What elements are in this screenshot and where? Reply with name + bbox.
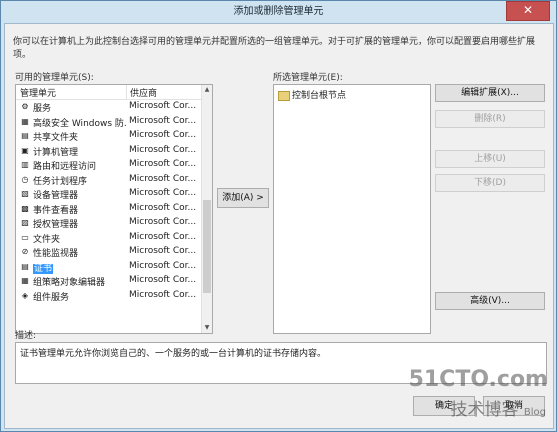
list-scrollbar[interactable]: ▲ ▼ [201, 85, 212, 333]
intro-text: 你可以在计算机上为此控制台选择可用的管理单元并配置所选的一组管理单元。对于可扩展… [13, 37, 536, 60]
add-button[interactable]: 添加(A) > [217, 188, 269, 208]
move-down-button[interactable]: 下移(D) [435, 174, 545, 192]
snapin-vendor: Microsoft Cor... [129, 115, 197, 126]
selected-snapins-tree[interactable]: 控制台根节点 [273, 84, 431, 334]
snapin-name: 计算机管理 [33, 147, 79, 158]
available-snapins-label: 可用的管理单元(S): [15, 73, 94, 83]
snapin-name: 任务计划程序 [33, 176, 88, 187]
snapin-name: 共享文件夹 [33, 133, 79, 143]
list-item[interactable]: ▧ 设备管理器 Microsoft Cor... [16, 187, 212, 202]
snapin-vendor: Microsoft Cor... [129, 202, 197, 213]
snapin-vendor: Microsoft Cor... [129, 275, 197, 285]
snapin-name: 事件查看器 [33, 205, 79, 216]
folder-icon [278, 90, 290, 101]
folder-icon: ▭ [21, 232, 29, 242]
watermark-blog-text: 技术博客 [450, 400, 519, 420]
clock-icon: ◷ [21, 174, 29, 184]
snapin-rows: ⚙ 服务 Microsoft Cor... ▦ 高级安全 Windows 防... Mic… [16, 100, 212, 303]
snapin-name: 服务 [33, 104, 52, 114]
list-item[interactable]: ▭ 文件夹 Microsoft Cor... [16, 231, 212, 246]
description-text: 证书管理单元允许你浏览自己的、一个服务的或一台计算机的证书存储内容。 [20, 349, 327, 359]
available-snapins-list[interactable]: 管理单元 供应商 ⚙ 服务 Microsoft Cor... ▦ 高级安全 Window… [15, 84, 213, 334]
list-item[interactable]: ◷ 任务计划程序 Microsoft Cor... [16, 173, 212, 188]
snapin-vendor: Microsoft Cor... [129, 246, 197, 256]
watermark-site: 51CTO.com [408, 367, 548, 392]
close-button[interactable]: ✕ [506, 1, 550, 21]
snapin-name: 证书 [33, 263, 54, 274]
list-header: 管理单元 供应商 [16, 85, 212, 100]
snapin-name: 组策略对象编辑器 [33, 278, 106, 288]
snapin-name: 组件服务 [33, 292, 70, 303]
scroll-down-icon[interactable]: ▼ [202, 323, 212, 333]
list-item[interactable]: ▨ 授权管理器 Microsoft Cor... [16, 216, 212, 231]
snapin-name: 文件夹 [33, 234, 61, 245]
snapin-name: 高级安全 Windows 防... [33, 118, 126, 129]
snapin-name: 性能监视器 [33, 249, 79, 259]
device-icon: ▧ [21, 189, 29, 198]
routing-icon: ▥ [21, 160, 29, 169]
component-services-icon: ◈ [21, 290, 29, 300]
tree-node-console-root[interactable]: 控制台根节点 [278, 88, 346, 101]
watermark-blog-suffix: Blog [523, 407, 546, 418]
list-item[interactable]: ◈ 组件服务 Microsoft Cor... [16, 289, 212, 304]
computer-management-icon: ▣ [21, 145, 29, 155]
list-item[interactable]: ▤ 共享文件夹 Microsoft Cor... [16, 129, 212, 144]
event-viewer-icon: ▩ [21, 203, 29, 213]
list-item[interactable]: ⊘ 性能监视器 Microsoft Cor... [16, 245, 212, 260]
list-item[interactable]: ⚙ 服务 Microsoft Cor... [16, 100, 212, 115]
scroll-thumb[interactable] [203, 200, 211, 293]
snapin-name: 授权管理器 [33, 220, 79, 230]
gear-icon: ⚙ [21, 102, 29, 111]
scroll-up-icon[interactable]: ▲ [202, 85, 212, 95]
dialog-window: 添加或删除管理单元 ✕ 你可以在计算机上为此控制台选择可用的管理单元并配置所选的… [0, 0, 557, 432]
list-item[interactable]: ▤ 证书 Microsoft Cor... [16, 260, 212, 275]
selected-snapins-label: 所选管理单元(E): [273, 73, 343, 83]
window-title: 添加或删除管理单元 [233, 6, 324, 17]
snapin-vendor: Microsoft Cor... [129, 289, 197, 300]
snapin-vendor: Microsoft Cor... [129, 231, 197, 242]
list-item[interactable]: ▩ 事件查看器 Microsoft Cor... [16, 202, 212, 217]
list-item[interactable]: ▦ 组策略对象编辑器 Microsoft Cor... [16, 274, 212, 289]
certificate-icon: ▤ [21, 261, 29, 271]
snapin-vendor: Microsoft Cor... [129, 217, 197, 227]
column-header-name[interactable]: 管理单元 [20, 86, 56, 99]
list-item[interactable]: ▣ 计算机管理 Microsoft Cor... [16, 144, 212, 159]
watermark-blog: 技术博客 Blog [450, 395, 546, 420]
move-up-button[interactable]: 上移(U) [435, 150, 545, 168]
title-bar: 添加或删除管理单元 [1, 1, 556, 23]
authorization-icon: ▨ [21, 218, 29, 227]
firewall-icon: ▦ [21, 116, 29, 126]
snapin-name: 设备管理器 [33, 191, 79, 201]
snapin-vendor: Microsoft Cor... [129, 130, 197, 140]
column-divider[interactable] [126, 85, 127, 99]
list-item[interactable]: ▦ 高级安全 Windows 防... Microsoft Cor... [16, 115, 212, 130]
snapin-vendor: Microsoft Cor... [129, 144, 197, 155]
snapin-vendor: Microsoft Cor... [129, 188, 197, 198]
tree-node-label: 控制台根节点 [292, 91, 347, 101]
snapin-vendor: Microsoft Cor... [129, 101, 197, 111]
remove-button[interactable]: 删除(R) [435, 110, 545, 128]
column-header-vendor[interactable]: 供应商 [130, 86, 157, 99]
edit-extensions-button[interactable]: 编辑扩展(X)... [435, 84, 545, 102]
snapin-vendor: Microsoft Cor... [129, 159, 197, 169]
snapin-name: 路由和远程访问 [33, 162, 97, 172]
description-label: 描述: [15, 331, 37, 341]
shared-folder-icon: ▤ [21, 131, 29, 140]
list-item[interactable]: ▥ 路由和远程访问 Microsoft Cor... [16, 158, 212, 173]
advanced-button[interactable]: 高级(V)... [435, 292, 545, 310]
snapin-vendor: Microsoft Cor... [129, 173, 197, 184]
performance-icon: ⊘ [21, 247, 29, 256]
group-policy-icon: ▦ [21, 276, 29, 285]
snapin-vendor: Microsoft Cor... [129, 260, 197, 271]
